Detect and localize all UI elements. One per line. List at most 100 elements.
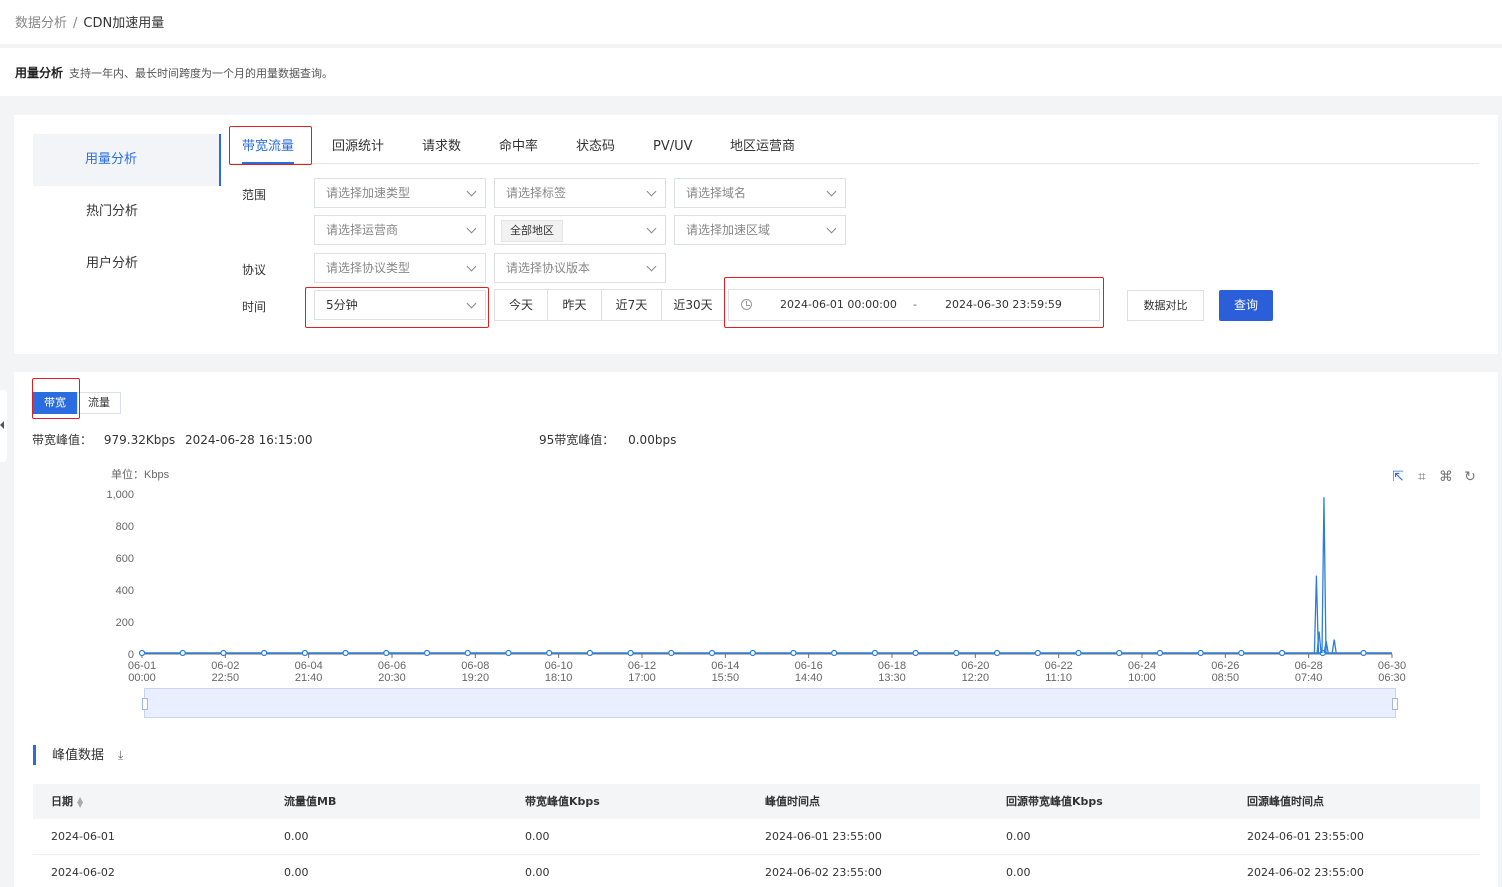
- domain-select[interactable]: 请选择域名: [674, 178, 846, 208]
- series-spike: [1321, 497, 1327, 654]
- data-zoom-slider[interactable]: [142, 688, 1398, 718]
- table-cell: 0.00: [284, 866, 309, 879]
- tab-pv-uv[interactable]: PV/UV: [653, 132, 693, 164]
- col-traffic: 流量值MB: [284, 795, 337, 808]
- date-range-picker[interactable]: 2024-06-01 00:00:00 - 2024-06-30 23:59:5…: [728, 289, 1100, 321]
- metric-traffic-button[interactable]: 流量: [77, 392, 121, 414]
- chevron-down-icon: [646, 186, 657, 197]
- x-tick-label: 06-12: [628, 660, 656, 672]
- p95-label: 95带宽峰值：: [539, 433, 615, 447]
- p95-summary: 95带宽峰值： 0.00bps: [539, 431, 676, 448]
- protocol-type-select[interactable]: 请选择协议类型: [314, 253, 486, 283]
- date-end[interactable]: 2024-06-30 23:59:59: [945, 290, 1062, 320]
- x-tick-label: 19:20: [462, 672, 490, 684]
- slider-handle-right[interactable]: [1392, 698, 1398, 710]
- tab-status-code[interactable]: 状态码: [576, 132, 615, 164]
- metric-bandwidth-button[interactable]: 带宽: [33, 392, 77, 414]
- data-point: [1156, 649, 1164, 657]
- table-cell: 2024-06-01 23:55:00: [1247, 830, 1364, 843]
- tab-origin-stats[interactable]: 回源统计: [332, 132, 384, 164]
- data-point: [831, 649, 838, 657]
- breadcrumb: 数据分析 / CDN加速用量: [0, 0, 1502, 44]
- data-point: [871, 649, 878, 657]
- data-point: [627, 649, 634, 657]
- accel-type-select[interactable]: 请选择加速类型: [314, 178, 486, 208]
- analysis-tabs: 带宽流量 回源统计 请求数 命中率 状态码 PV/UV 地区运营商: [229, 132, 1479, 164]
- tab-region-isp[interactable]: 地区运营商: [730, 132, 795, 164]
- data-point: [505, 649, 512, 657]
- quick-range-group: 今天 昨天 近7天 近30天: [494, 289, 725, 321]
- table-cell: 0.00: [1006, 830, 1031, 843]
- isp-select[interactable]: 请选择运营商: [314, 215, 486, 245]
- breadcrumb-parent-link[interactable]: 数据分析: [15, 16, 67, 31]
- tab-requests[interactable]: 请求数: [422, 132, 461, 164]
- x-tick-label: 17:00: [628, 672, 656, 684]
- x-tick-label: 06-16: [795, 660, 823, 672]
- download-icon[interactable]: ⤓: [118, 745, 123, 765]
- x-tick-label: 07:40: [1295, 672, 1323, 684]
- x-tick-label: 06-01: [128, 660, 156, 672]
- filter-panel: 用量分析 热门分析 用户分析 带宽流量 回源统计 请求数 命中率 状态码 PV/…: [14, 115, 1498, 354]
- clock-icon: [741, 299, 752, 310]
- peak-value: 979.32Kbps: [103, 433, 176, 447]
- x-tick-label: 06-02: [211, 660, 239, 672]
- peak-label: 带宽峰值：: [32, 433, 93, 447]
- tab-hit-rate[interactable]: 命中率: [499, 132, 538, 164]
- data-point: [1116, 649, 1123, 657]
- region-select[interactable]: 全部地区: [494, 215, 666, 245]
- range-yesterday-button[interactable]: 昨天: [548, 290, 602, 320]
- table-cell: 2024-06-01 23:55:00: [765, 830, 882, 843]
- tab-bandwidth-traffic[interactable]: 带宽流量: [242, 132, 295, 164]
- data-point: [708, 649, 716, 657]
- range-30days-button[interactable]: 近30天: [662, 290, 724, 320]
- protocol-label: 协议: [242, 263, 267, 277]
- x-tick-label: 06-20: [961, 660, 989, 672]
- table-row: 2024-06-02 0.00 0.00 2024-06-02 23:55:00…: [33, 855, 1480, 887]
- tag-select[interactable]: 请选择标签: [494, 178, 666, 208]
- page-header: 用量分析 支持一年内、最长时间跨度为一个月的用量数据查询。: [0, 48, 1502, 96]
- data-point: [1238, 649, 1245, 657]
- breadcrumb-current: CDN加速用量: [83, 16, 165, 31]
- x-tick-label: 06:30: [1378, 672, 1406, 684]
- data-point: [1075, 649, 1082, 657]
- col-date[interactable]: 日期 ▲ ▼: [33, 784, 266, 819]
- x-tick-label: 06-26: [1211, 660, 1239, 672]
- y-tick-label: 800: [116, 521, 134, 533]
- data-point: [423, 649, 431, 657]
- time-label: 时间: [242, 300, 267, 314]
- side-nav-item-hot[interactable]: 热门分析: [33, 186, 221, 238]
- data-point: [342, 649, 349, 657]
- compare-button[interactable]: 数据对比: [1127, 290, 1204, 321]
- chevron-down-icon: [826, 186, 837, 197]
- series-spike: [1331, 639, 1337, 654]
- x-tick-label: 15:50: [712, 672, 740, 684]
- sort-icon[interactable]: ▲ ▼: [77, 796, 83, 809]
- x-tick-label: 06-04: [295, 660, 323, 672]
- range-7days-button[interactable]: 近7天: [602, 290, 662, 320]
- breadcrumb-separator: /: [73, 16, 78, 31]
- x-tick-label: 06-30: [1378, 660, 1406, 672]
- protocol-version-select[interactable]: 请选择协议版本: [494, 253, 666, 283]
- data-point: [1034, 649, 1041, 657]
- accel-region-select[interactable]: 请选择加速区域: [674, 215, 846, 245]
- query-button[interactable]: 查询: [1219, 290, 1273, 321]
- slider-handle-left[interactable]: [142, 698, 148, 710]
- y-tick-label: 600: [116, 553, 134, 565]
- granularity-select[interactable]: 5分钟: [314, 290, 486, 320]
- chevron-down-icon: [646, 223, 657, 234]
- side-nav-item-usage[interactable]: 用量分析: [33, 134, 221, 186]
- table-cell: 2024-06-01: [51, 830, 115, 843]
- side-nav-item-user[interactable]: 用户分析: [33, 238, 221, 290]
- col-peak-time: 峰值时间点: [765, 795, 820, 808]
- data-point: [220, 649, 227, 657]
- date-start[interactable]: 2024-06-01 00:00:00: [780, 290, 897, 320]
- side-nav: 用量分析 热门分析 用户分析: [33, 134, 221, 290]
- data-point: [546, 649, 553, 657]
- metric-toggle: 带宽 流量: [33, 392, 121, 414]
- data-point: [993, 649, 1001, 657]
- data-point: [953, 649, 960, 657]
- page-title: 用量分析: [15, 66, 64, 80]
- collapse-handle[interactable]: [0, 390, 7, 462]
- range-today-button[interactable]: 今天: [495, 290, 548, 320]
- x-tick-label: 11:10: [1045, 672, 1072, 684]
